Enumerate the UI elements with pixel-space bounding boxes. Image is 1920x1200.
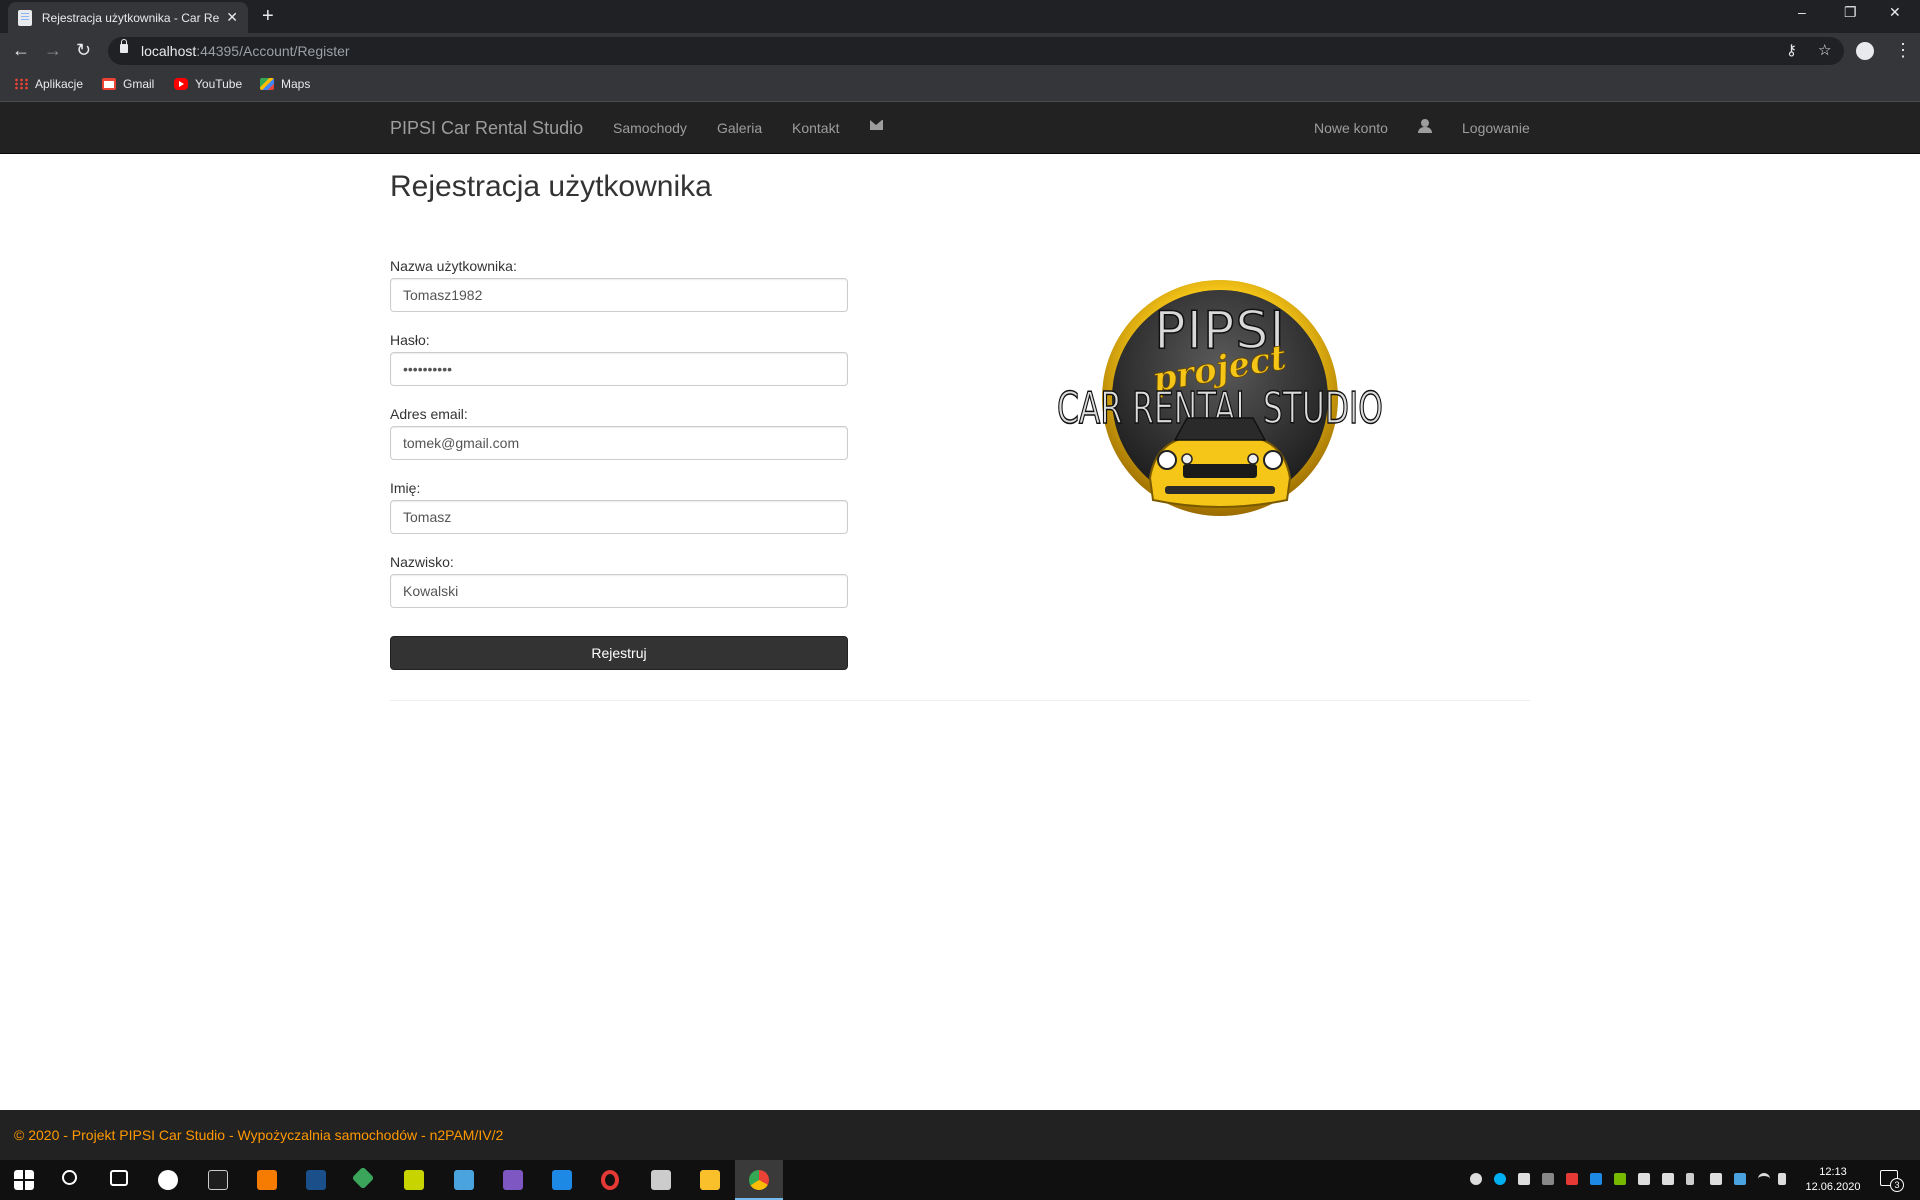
apps-grid-icon bbox=[14, 78, 28, 90]
bookmark-apps[interactable]: Aplikacje bbox=[14, 77, 83, 91]
last-name-label: Nazwisko: bbox=[390, 554, 454, 570]
window-restore-icon[interactable]: ❐ bbox=[1844, 4, 1857, 21]
window-minimize-icon[interactable]: – bbox=[1798, 4, 1806, 20]
wifi-icon[interactable] bbox=[1758, 1173, 1770, 1185]
nav-link-kontakt[interactable]: Kontakt bbox=[792, 120, 839, 136]
photos-app-icon[interactable] bbox=[158, 1170, 178, 1190]
windows-start-icon[interactable] bbox=[14, 1170, 34, 1190]
remote-desktop-icon[interactable] bbox=[454, 1170, 474, 1190]
window-close-icon[interactable]: ✕ bbox=[1889, 4, 1901, 21]
first-name-input[interactable] bbox=[390, 500, 848, 534]
email-label: Adres email: bbox=[390, 406, 468, 422]
form-group-email: Adres email: bbox=[390, 406, 848, 460]
gmail-icon bbox=[102, 78, 116, 90]
clock-date: 12.06.2020 bbox=[1805, 1181, 1861, 1193]
nav-link-samochody[interactable]: Samochody bbox=[613, 120, 687, 136]
browser-toolbar: ← → ↻ localhost:44395/Account/Register ⚷… bbox=[0, 33, 1920, 69]
register-submit-button[interactable]: Rejestruj bbox=[390, 636, 848, 670]
bookmark-star-icon[interactable]: ☆ bbox=[1818, 41, 1831, 59]
bluetooth-icon[interactable] bbox=[1734, 1173, 1746, 1185]
visual-studio-icon[interactable] bbox=[503, 1170, 523, 1190]
tray-app-icon[interactable] bbox=[1542, 1173, 1554, 1185]
vscode-icon[interactable] bbox=[552, 1170, 572, 1190]
sql-management-icon[interactable] bbox=[306, 1170, 326, 1190]
nav-link-register[interactable]: Nowe konto bbox=[1314, 120, 1388, 136]
footer-copyright: © 2020 - Projekt PIPSI Car Studio - Wypo… bbox=[14, 1127, 504, 1143]
user-icon bbox=[1418, 119, 1432, 134]
bookmark-gmail[interactable]: Gmail bbox=[102, 77, 154, 91]
form-group-first-name: Imię: bbox=[390, 480, 848, 534]
tray-bolt-icon[interactable] bbox=[1590, 1173, 1602, 1185]
address-url[interactable]: localhost:44395/Account/Register bbox=[141, 43, 350, 59]
first-name-label: Imię: bbox=[390, 480, 421, 496]
security-icon[interactable] bbox=[1710, 1173, 1722, 1185]
chrome-taskbar-button[interactable] bbox=[735, 1160, 783, 1200]
key-icon[interactable]: ⚷ bbox=[1786, 41, 1797, 59]
address-bar[interactable]: localhost:44395/Account/Register ⚷ ☆ bbox=[108, 37, 1844, 65]
opera-icon[interactable] bbox=[601, 1170, 619, 1190]
nav-link-galeria[interactable]: Galeria bbox=[717, 120, 762, 136]
site-footer: © 2020 - Projekt PIPSI Car Studio - Wypo… bbox=[0, 1110, 1920, 1160]
skype-icon[interactable] bbox=[1494, 1173, 1506, 1185]
mega-icon[interactable] bbox=[1566, 1173, 1578, 1185]
search-icon[interactable] bbox=[62, 1170, 77, 1185]
lock-icon bbox=[120, 39, 128, 53]
terminal-icon[interactable] bbox=[208, 1170, 228, 1190]
page-favicon-icon bbox=[18, 9, 32, 26]
form-group-username: Nazwa użytkownika: bbox=[390, 258, 848, 312]
volume-icon[interactable] bbox=[1778, 1173, 1786, 1185]
bookmarks-bar: Aplikacje Gmail YouTube Maps bbox=[0, 69, 1920, 102]
browser-tab-title: Rejestracja użytkownika - Car Rental Stu… bbox=[41, 10, 220, 25]
bookmark-youtube[interactable]: YouTube bbox=[174, 77, 242, 91]
reload-icon[interactable]: ↻ bbox=[76, 40, 91, 60]
envelope-icon[interactable] bbox=[870, 120, 883, 130]
notification-count-badge: 3 bbox=[1890, 1178, 1904, 1192]
nav-link-login[interactable]: Logowanie bbox=[1462, 120, 1530, 136]
tray-keyboard-icon[interactable] bbox=[1662, 1173, 1674, 1185]
task-view-icon[interactable] bbox=[110, 1170, 128, 1186]
password-label: Hasło: bbox=[390, 332, 430, 348]
clock-time: 12:13 bbox=[1819, 1166, 1847, 1178]
onedrive-icon[interactable] bbox=[1470, 1173, 1482, 1185]
browser-tab[interactable]: Rejestracja użytkownika - Car Rental Stu… bbox=[8, 2, 248, 33]
username-input[interactable] bbox=[390, 278, 848, 312]
profile-avatar-icon[interactable] bbox=[1856, 42, 1874, 60]
system-clock[interactable]: 12:13 12.06.2020 bbox=[1800, 1165, 1866, 1195]
youtube-icon bbox=[174, 78, 188, 90]
maps-icon bbox=[260, 78, 274, 90]
git-client-icon[interactable] bbox=[351, 1166, 375, 1190]
page-title: Rejestracja użytkownika bbox=[390, 170, 712, 203]
password-input[interactable] bbox=[390, 352, 848, 386]
form-group-password: Hasło: bbox=[390, 332, 848, 386]
username-label: Nazwa użytkownika: bbox=[390, 258, 517, 274]
windows-taskbar: 12:13 12.06.2020 3 bbox=[0, 1160, 1920, 1200]
diff-tool-icon[interactable] bbox=[404, 1170, 424, 1190]
back-arrow-icon[interactable]: ← bbox=[12, 40, 30, 60]
tab-close-icon[interactable]: ✕ bbox=[226, 9, 238, 26]
usb-icon[interactable] bbox=[1686, 1173, 1694, 1185]
forward-arrow-icon[interactable]: → bbox=[44, 40, 62, 60]
nvidia-icon[interactable] bbox=[1614, 1173, 1626, 1185]
tray-doc-icon[interactable] bbox=[1638, 1173, 1650, 1185]
calculator-icon[interactable] bbox=[651, 1170, 671, 1190]
form-group-last-name: Nazwisko: bbox=[390, 554, 848, 608]
file-explorer-icon[interactable] bbox=[700, 1170, 720, 1190]
slack-icon[interactable] bbox=[1518, 1173, 1530, 1185]
car-rental-studio-logo: PIPSI project CAR RENTAL STUDIO bbox=[1056, 280, 1384, 516]
email-input[interactable] bbox=[390, 426, 848, 460]
browser-tab-strip: Rejestracja użytkownika - Car Rental Stu… bbox=[0, 0, 1920, 33]
chrome-icon bbox=[749, 1170, 769, 1190]
content-divider bbox=[390, 700, 1530, 701]
new-tab-icon[interactable]: + bbox=[262, 5, 274, 28]
xampp-icon[interactable] bbox=[257, 1170, 277, 1190]
site-navbar: PIPSI Car Rental Studio Samochody Galeri… bbox=[0, 102, 1920, 154]
site-brand[interactable]: PIPSI Car Rental Studio bbox=[390, 118, 583, 139]
bookmark-maps[interactable]: Maps bbox=[260, 77, 310, 91]
browser-menu-icon[interactable]: ⋮ bbox=[1894, 40, 1912, 60]
last-name-input[interactable] bbox=[390, 574, 848, 608]
